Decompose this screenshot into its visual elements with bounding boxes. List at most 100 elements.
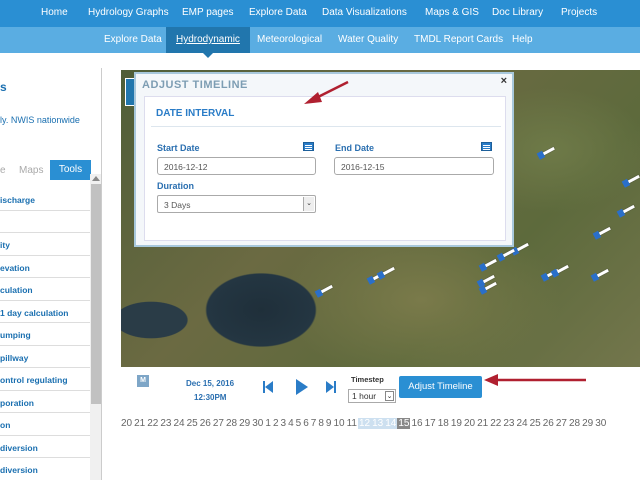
timeline-day[interactable]: 10 bbox=[332, 418, 345, 429]
timeline-day[interactable]: 18 bbox=[437, 418, 450, 429]
scrollbar-thumb[interactable] bbox=[91, 184, 101, 404]
timeline-day[interactable]: 24 bbox=[173, 418, 186, 429]
skip-back-icon[interactable] bbox=[263, 381, 273, 393]
nav-emp-pages[interactable]: EMP pages bbox=[182, 7, 234, 18]
flow-arrow-icon bbox=[597, 226, 611, 237]
duration-value: 3 Days bbox=[164, 200, 191, 210]
subnav-water-quality[interactable]: Water Quality bbox=[338, 34, 398, 45]
calendar-icon[interactable] bbox=[481, 142, 492, 151]
timeline-day[interactable]: 21 bbox=[476, 418, 489, 429]
subnav-tmdl-report-cards[interactable]: TMDL Report Cards bbox=[414, 34, 503, 45]
sub-navigation: Explore Data Hydrodynamic Meteorological… bbox=[0, 27, 640, 58]
timeline-day[interactable]: 25 bbox=[186, 418, 199, 429]
list-item[interactable]: ontrol regulating bbox=[0, 368, 90, 391]
nav-projects[interactable]: Projects bbox=[561, 7, 597, 18]
subnav-hydrodynamic[interactable]: Hydrodynamic bbox=[166, 27, 250, 58]
timeline-day[interactable]: 23 bbox=[502, 418, 515, 429]
timeline-day[interactable]: 27 bbox=[555, 418, 568, 429]
m-button[interactable]: M bbox=[137, 375, 149, 387]
list-item[interactable]: evation bbox=[0, 256, 90, 278]
nav-explore-data[interactable]: Explore Data bbox=[249, 7, 307, 18]
skip-forward-icon[interactable] bbox=[326, 381, 336, 393]
subnav-meteorological[interactable]: Meteorological bbox=[257, 34, 322, 45]
calendar-icon[interactable] bbox=[303, 142, 314, 151]
timeline-day[interactable]: 13 bbox=[371, 418, 385, 429]
duration-select[interactable]: 3 Days ⌄ bbox=[157, 195, 316, 213]
end-date-label: End Date bbox=[335, 143, 375, 153]
timeline-day[interactable]: 22 bbox=[489, 418, 502, 429]
tab-tools[interactable]: Tools bbox=[50, 160, 91, 180]
timeline-day[interactable]: 11 bbox=[346, 418, 358, 429]
scroll-up-icon[interactable] bbox=[92, 176, 100, 181]
list-item[interactable]: culation bbox=[0, 278, 90, 301]
list-item[interactable]: diversion bbox=[0, 458, 90, 480]
list-item[interactable]: ischarge bbox=[0, 188, 90, 211]
timeline-day[interactable]: 19 bbox=[450, 418, 463, 429]
nav-home[interactable]: Home bbox=[41, 7, 68, 18]
tab-partial[interactable]: e bbox=[0, 165, 6, 176]
timeline-day[interactable]: 16 bbox=[410, 418, 423, 429]
timeline-day[interactable]: 29 bbox=[238, 418, 251, 429]
list-item[interactable]: on bbox=[0, 413, 90, 436]
nav-maps-gis[interactable]: Maps & GIS bbox=[425, 7, 479, 18]
flow-arrow-icon bbox=[381, 266, 395, 277]
close-icon[interactable]: × bbox=[501, 75, 507, 87]
sidebar-scrollbar[interactable] bbox=[90, 174, 101, 480]
timeline-day[interactable]: 14 bbox=[384, 418, 398, 429]
timestep-select[interactable]: 1 hour ⌄ bbox=[348, 389, 396, 403]
subnav-help[interactable]: Help bbox=[512, 34, 533, 45]
nav-data-visualizations[interactable]: Data Visualizations bbox=[322, 7, 407, 18]
timeline-day[interactable]: 12 bbox=[357, 418, 372, 429]
timeline-day[interactable]: 21 bbox=[133, 418, 146, 429]
list-item[interactable]: poration bbox=[0, 391, 90, 413]
timeline-day[interactable]: 30 bbox=[251, 418, 264, 429]
timeline-day[interactable]: 9 bbox=[325, 418, 333, 429]
timeline-day[interactable]: 26 bbox=[542, 418, 555, 429]
timeline-day[interactable]: 25 bbox=[529, 418, 542, 429]
timeline-day[interactable]: 22 bbox=[146, 418, 159, 429]
flow-arrow-icon bbox=[555, 264, 569, 275]
nav-hydrology-graphs[interactable]: Hydrology Graphs bbox=[88, 7, 169, 18]
timeline-day[interactable]: 29 bbox=[581, 418, 594, 429]
timeline-day[interactable]: 27 bbox=[212, 418, 225, 429]
subnav-explore-data[interactable]: Explore Data bbox=[104, 34, 162, 45]
flow-arrow-icon bbox=[626, 174, 640, 185]
timeline-day[interactable]: 6 bbox=[302, 418, 310, 429]
timeline-day[interactable]: 28 bbox=[225, 418, 238, 429]
list-item[interactable]: pillway bbox=[0, 346, 90, 368]
current-date: Dec 15, 2016 bbox=[186, 379, 235, 388]
current-time: 12:30PM bbox=[194, 393, 227, 402]
timeline-day[interactable]: 20 bbox=[120, 418, 133, 429]
timeline-day[interactable]: 23 bbox=[159, 418, 172, 429]
timeline-day[interactable]: 5 bbox=[295, 418, 303, 429]
timeline-day[interactable]: 8 bbox=[317, 418, 325, 429]
timeline-day[interactable]: 17 bbox=[424, 418, 437, 429]
nav-doc-library[interactable]: Doc Library bbox=[492, 7, 543, 18]
timeline-day[interactable]: 30 bbox=[594, 418, 607, 429]
timeline-day[interactable]: 4 bbox=[287, 418, 295, 429]
timeline-day[interactable]: 3 bbox=[280, 418, 288, 429]
start-date-input[interactable]: 2016-12-12 bbox=[157, 157, 316, 175]
timeline-day[interactable]: 28 bbox=[568, 418, 581, 429]
date-interval-panel: DATE INTERVAL Start Date 2016-12-12 End … bbox=[144, 96, 506, 241]
list-item[interactable]: diversion bbox=[0, 436, 90, 458]
timeline-day[interactable]: 26 bbox=[199, 418, 212, 429]
flow-arrow-icon bbox=[541, 146, 555, 157]
start-date-label: Start Date bbox=[157, 143, 200, 153]
timeline-day[interactable]: 7 bbox=[310, 418, 318, 429]
tab-maps[interactable]: Maps bbox=[19, 165, 43, 176]
timeline-day[interactable]: 15 bbox=[397, 418, 411, 429]
adjust-timeline-button[interactable]: Adjust Timeline bbox=[399, 376, 482, 398]
chevron-down-icon: ⌄ bbox=[303, 197, 314, 211]
list-item[interactable]: 1 day calculation bbox=[0, 301, 90, 323]
list-item[interactable]: ity bbox=[0, 233, 90, 256]
list-item[interactable]: umping bbox=[0, 323, 90, 346]
list-item[interactable] bbox=[0, 211, 90, 233]
timeline-day[interactable]: 24 bbox=[515, 418, 528, 429]
timeline-day[interactable]: 1 bbox=[264, 418, 272, 429]
timeline-day[interactable]: 20 bbox=[463, 418, 476, 429]
play-icon[interactable] bbox=[296, 379, 308, 395]
end-date-input[interactable]: 2016-12-15 bbox=[334, 157, 494, 175]
flow-arrow-icon bbox=[621, 204, 635, 215]
timeline-day[interactable]: 2 bbox=[272, 418, 280, 429]
